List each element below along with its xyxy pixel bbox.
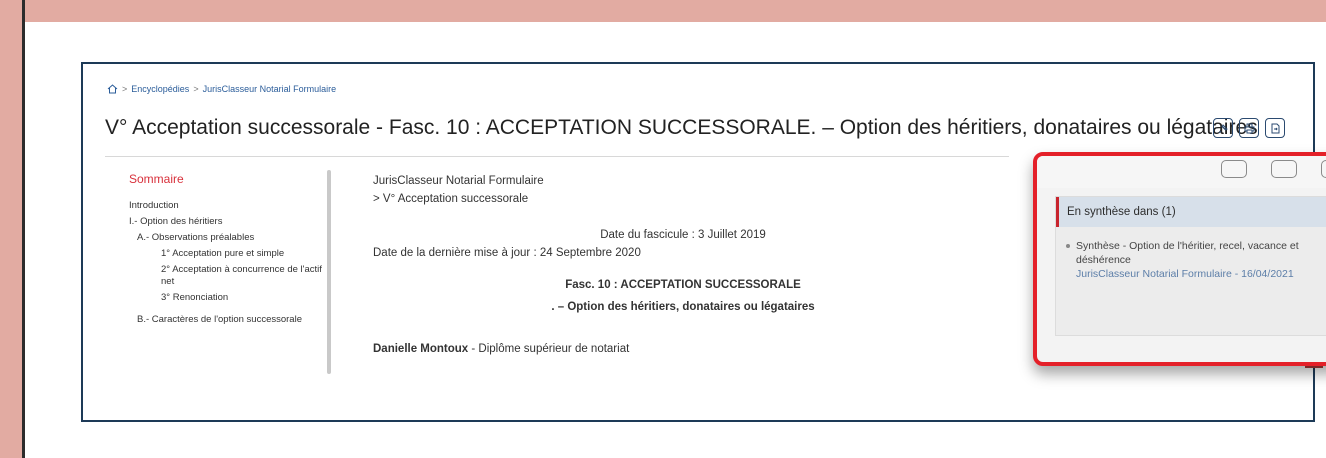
- ghost-pin-button: [1221, 160, 1247, 178]
- export-button[interactable]: [1265, 118, 1285, 138]
- breadcrumb-separator: >: [122, 84, 128, 94]
- toc-item-caracteres[interactable]: B.- Caractères de l'option successorale: [129, 314, 329, 326]
- pin-icon: [1218, 123, 1228, 133]
- breadcrumb-encyclopedies[interactable]: Encyclopédies: [131, 84, 189, 94]
- synthese-item[interactable]: Synthèse - Option de l'héritier, recel, …: [1056, 227, 1326, 281]
- author-name[interactable]: Danielle Montoux: [373, 343, 468, 355]
- toc-item-observations[interactable]: A.- Observations préalables: [129, 232, 329, 244]
- bullet-icon: [1066, 244, 1070, 248]
- content-source: JurisClasseur Notarial Formulaire: [373, 175, 544, 187]
- author-line: Danielle Montoux - Diplôme supérieur de …: [373, 340, 993, 358]
- fascicule-subtitle: . – Option des héritiers, donataires ou …: [551, 301, 815, 313]
- toc-item-acceptation-pure[interactable]: 1° Acceptation pure et simple: [129, 248, 329, 260]
- table-of-contents: Sommaire Introduction I.- Option des hér…: [129, 172, 329, 372]
- print-button[interactable]: [1239, 118, 1259, 138]
- date-maj: Date de la dernière mise à jour : 24 Sep…: [373, 247, 641, 259]
- fascicule-title: Fasc. 10 : ACCEPTATION SUCCESSORALE: [565, 279, 801, 291]
- ghost-print-button: [1271, 160, 1297, 178]
- action-toolbar: [1213, 118, 1285, 138]
- home-icon[interactable]: [107, 84, 118, 94]
- callout-toolbar-ghost: [1037, 156, 1326, 188]
- content-subsource: > V° Acceptation successorale: [373, 193, 529, 205]
- toc-scrollbar[interactable]: [327, 170, 331, 374]
- title-divider: [105, 156, 1009, 157]
- synthese-card: En synthèse dans (1) Synthèse - Option d…: [1055, 196, 1326, 336]
- toc-item-introduction[interactable]: Introduction: [129, 200, 329, 212]
- pin-button[interactable]: [1213, 118, 1233, 138]
- synthese-item-title[interactable]: Synthèse - Option de l'héritier, recel, …: [1076, 239, 1320, 267]
- top-bar: [25, 0, 1326, 22]
- document-content: JurisClasseur Notarial Formulaire > V° A…: [373, 172, 993, 358]
- toc-title[interactable]: Sommaire: [129, 172, 329, 186]
- toc-item-acceptation-actif[interactable]: 2° Acceptation à concurrence de l'actif …: [129, 264, 329, 288]
- ghost-export-button: [1321, 160, 1326, 178]
- breadcrumb-separator: >: [193, 84, 199, 94]
- export-icon: [1271, 123, 1279, 133]
- breadcrumb: > Encyclopédies > JurisClasseur Notarial…: [107, 84, 336, 94]
- synthese-item-source: JurisClasseur Notarial Formulaire - 16/0…: [1076, 268, 1294, 280]
- synthese-callout: En synthèse dans (1) Synthèse - Option d…: [1033, 152, 1326, 366]
- print-icon: [1244, 123, 1254, 133]
- page-title: V° Acceptation successorale - Fasc. 10 :…: [105, 116, 1258, 139]
- toc-item-renonciation[interactable]: 3° Renonciation: [129, 292, 329, 304]
- synthese-header: En synthèse dans (1): [1056, 197, 1326, 227]
- toc-item-option-heritiers[interactable]: I.- Option des héritiers: [129, 216, 329, 228]
- date-fascicule: Date du fascicule : 3 Juillet 2019: [600, 229, 766, 241]
- page: > Encyclopédies > JurisClasseur Notarial…: [22, 0, 1326, 458]
- breadcrumb-jurisclasseur[interactable]: JurisClasseur Notarial Formulaire: [203, 84, 337, 94]
- author-title: - Diplôme supérieur de notariat: [468, 343, 630, 355]
